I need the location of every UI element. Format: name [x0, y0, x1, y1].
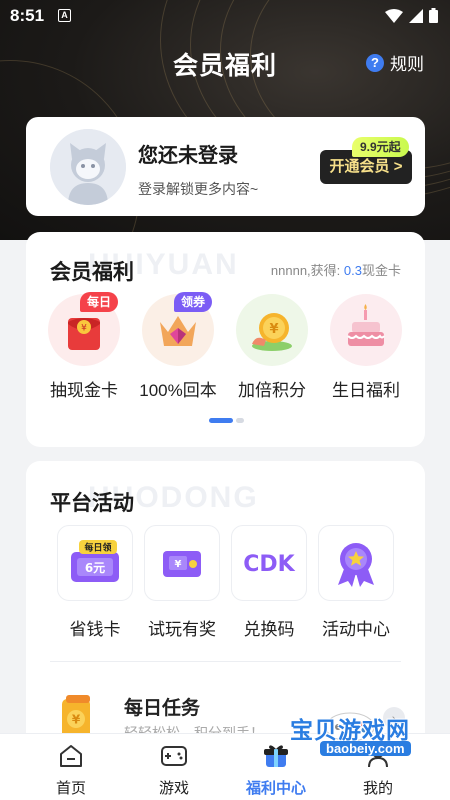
tab-games[interactable]: 游戏 — [134, 742, 214, 798]
question-circle-icon: ? — [366, 53, 384, 72]
trial-ticket-icon: ¥ — [144, 525, 220, 601]
activity-item-redeem-code[interactable]: CDK 兑换码 — [230, 525, 308, 640]
welfare-badge-daily: 每日 — [79, 292, 118, 312]
status-icons — [385, 8, 438, 23]
section-divider — [50, 661, 401, 662]
welfare-title: 会员福利 — [50, 261, 134, 284]
notification-icon: A — [58, 9, 71, 22]
welfare-item-double-points[interactable]: ¥ 加倍积分 — [232, 294, 312, 401]
signal-icon — [409, 8, 423, 23]
svg-text:¥: ¥ — [269, 322, 278, 337]
tab-home[interactable]: 首页 — [31, 742, 111, 798]
login-title[interactable]: 您还未登录 — [138, 139, 238, 168]
watermark-text: 宝贝游戏网 — [290, 717, 410, 743]
coupon-card-icon: 6元 每日领 — [57, 525, 133, 601]
svg-text:¥: ¥ — [175, 559, 182, 570]
saving-card-amount: 6元 — [85, 561, 105, 575]
diamond-crown-icon: 领券 — [142, 292, 214, 366]
avatar[interactable] — [50, 129, 126, 205]
vip-price-tag: 9.9元起 — [352, 137, 409, 157]
title-bar: 会员福利 ? 规则 — [0, 40, 450, 84]
welfare-item-full-return[interactable]: 领券 100%回本 — [138, 292, 218, 401]
red-envelope-icon: ¥ 每日 — [48, 292, 120, 366]
activity-item-label: 兑换码 — [243, 620, 295, 639]
battery-icon — [429, 8, 438, 23]
rules-label: 规则 — [390, 55, 424, 74]
login-subtitle: 登录解锁更多内容~ — [138, 181, 259, 197]
cdk-code: CDK — [243, 552, 295, 577]
home-icon — [57, 742, 85, 770]
welfare-item-label: 100%回本 — [139, 381, 217, 400]
login-card[interactable]: 您还未登录 登录解锁更多内容~ 开通会员 > 9.9元起 — [26, 117, 425, 216]
tab-label: 首页 — [55, 780, 86, 797]
cdk-icon: CDK — [231, 525, 307, 601]
page-dot — [236, 418, 244, 423]
birthday-cake-icon — [330, 294, 402, 366]
star-badge-icon — [318, 525, 394, 601]
activity-item-saving-card[interactable]: 6元 每日领 省钱卡 — [56, 525, 134, 640]
saving-card-tag: 每日领 — [84, 542, 111, 554]
activity-item-activity-center[interactable]: 活动中心 — [317, 525, 395, 640]
welfare-earnings: nnnnn,获得: 0.3现金卡 — [271, 260, 401, 279]
welfare-info-amount: 0.3 — [343, 263, 362, 278]
svg-text:¥: ¥ — [72, 713, 81, 727]
gold-coin-icon: ¥ — [236, 294, 308, 366]
activity-title: 平台活动 — [50, 492, 134, 515]
tab-label: 游戏 — [158, 780, 189, 797]
page-indicator — [209, 418, 244, 423]
wifi-icon — [385, 8, 403, 23]
activity-item-label: 活动中心 — [322, 620, 390, 639]
welfare-item-birthday[interactable]: 生日福利 — [326, 294, 406, 401]
welfare-item-label: 抽现金卡 — [50, 381, 118, 400]
activity-item-trial-reward[interactable]: ¥ 试玩有奖 — [143, 525, 221, 640]
welfare-item-cash-card[interactable]: ¥ 每日 抽现金卡 — [44, 292, 124, 401]
welfare-info-suffix: 现金卡 — [361, 263, 401, 278]
welfare-item-label: 加倍积分 — [238, 381, 306, 400]
default-avatar-icon — [50, 129, 126, 205]
activity-item-label: 省钱卡 — [69, 620, 121, 639]
svg-text:¥: ¥ — [81, 324, 87, 334]
watermark-url: baobeiy.com — [320, 741, 411, 756]
daily-task-title[interactable]: 每日任务 — [124, 693, 200, 720]
gift-icon — [262, 742, 290, 770]
status-time: 8:51 — [10, 6, 45, 25]
page-dot-active — [209, 418, 233, 423]
site-watermark: 宝贝游戏网 baobeiy.com — [290, 703, 440, 783]
activity-item-label: 试玩有奖 — [148, 620, 216, 639]
welfare-item-label: 生日福利 — [332, 381, 400, 400]
welfare-badge-coupon: 领券 — [173, 292, 212, 312]
rules-button[interactable]: ? 规则 — [366, 50, 424, 75]
welfare-info-prefix: nnnnn,获得: — [270, 263, 344, 278]
status-bar: 8:51 A — [0, 0, 450, 32]
gamepad-icon — [160, 742, 188, 770]
member-welfare-card: HUIYUAN 会员福利 nnnnn,获得: 0.3现金卡 ¥ 每日 抽现金卡 … — [26, 232, 425, 447]
